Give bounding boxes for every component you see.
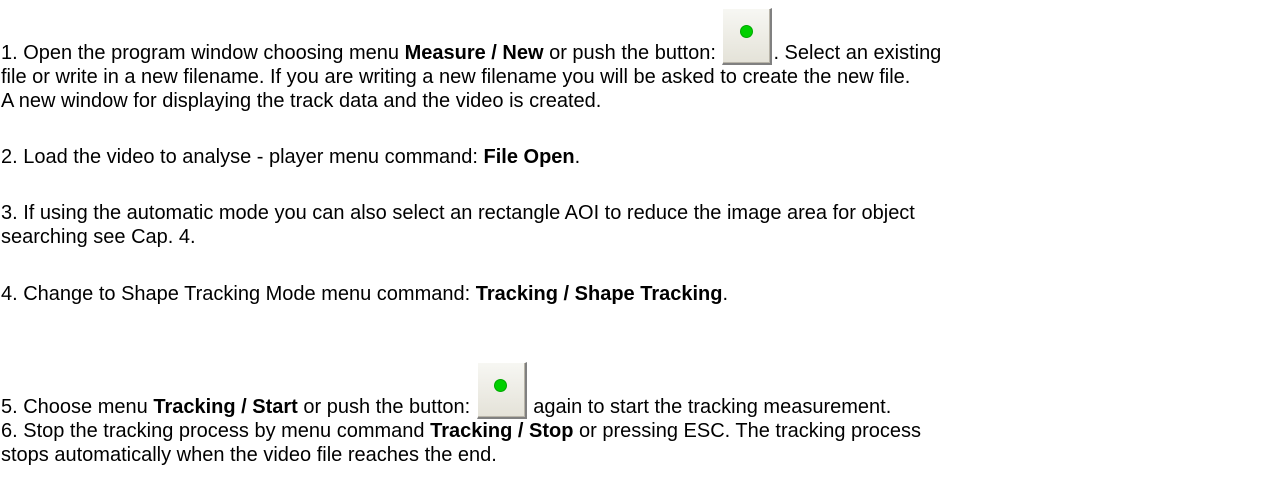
start-button-icon xyxy=(722,8,773,65)
step-5: 5. Choose menu Tracking / Start or push … xyxy=(1,362,891,419)
step-1-text: 1. Open the program window choosing menu xyxy=(1,42,405,64)
green-dot-icon xyxy=(495,379,507,391)
step-1-line-2: file or write in a new filename. If you … xyxy=(1,66,911,88)
menu-measure-new: Measure / New xyxy=(404,42,544,64)
step-2-period: . xyxy=(574,146,581,168)
step-1-text-end: . Select an existing xyxy=(773,42,942,64)
step-1-line-3: A new window for displaying the track da… xyxy=(1,90,602,112)
step-2: 2. Load the video to analyse - player me… xyxy=(1,145,580,169)
step-2-text: 2. Load the video to analyse - player me… xyxy=(1,146,484,168)
step-3-line-1: 3. If using the automatic mode you can a… xyxy=(1,202,915,224)
start-button-icon xyxy=(476,362,527,419)
step-6-line-1: 6. Stop the tracking process by menu com… xyxy=(1,419,921,443)
menu-file-open: File Open xyxy=(483,146,575,168)
menu-tracking-shape-tracking: Tracking / Shape Tracking xyxy=(475,283,723,305)
step-1-text-cont: or push the button: xyxy=(543,42,722,64)
step-6-line-2: stops automatically when the video file … xyxy=(1,444,497,466)
step-3-line-2: searching see Cap. 4. xyxy=(1,226,196,248)
menu-tracking-stop: Tracking / Stop xyxy=(430,420,574,442)
step-6-text: 6. Stop the tracking process by menu com… xyxy=(1,420,431,442)
step-5-text-cont: or push the button: xyxy=(297,396,476,418)
green-dot-icon xyxy=(740,25,752,37)
step-4-text: 4. Change to Shape Tracking Mode menu co… xyxy=(1,283,476,305)
step-6-text-cont: or pressing ESC. The tracking process xyxy=(573,420,922,442)
step-1-line-1: 1. Open the program window choosing menu… xyxy=(1,8,941,65)
step-4: 4. Change to Shape Tracking Mode menu co… xyxy=(1,282,728,306)
step-4-period: . xyxy=(722,283,729,305)
step-5-text-end: again to start the tracking measurement. xyxy=(527,396,892,418)
step-5-text: 5. Choose menu xyxy=(1,396,154,418)
menu-tracking-start: Tracking / Start xyxy=(153,396,298,418)
